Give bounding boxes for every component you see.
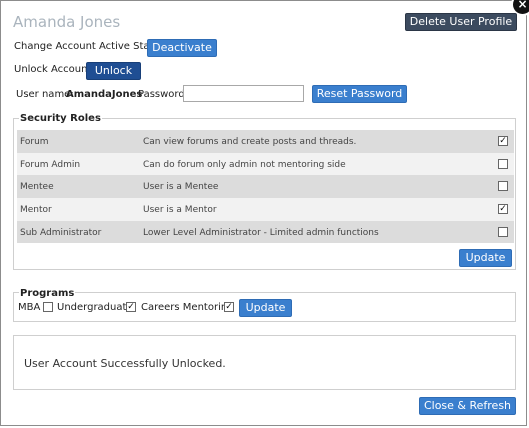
update-roles-button[interactable]: Update — [459, 249, 512, 267]
program-label-mba: MBA — [18, 302, 41, 313]
status-message: User Account Successfully Unlocked. — [24, 357, 226, 370]
status-message-box: User Account Successfully Unlocked. — [13, 335, 516, 390]
reset-password-button[interactable]: Reset Password — [312, 85, 407, 103]
checkmark-icon: ✓ — [127, 302, 135, 312]
role-row-forum-admin: Forum Admin Can do forum only admin not … — [17, 152, 514, 176]
role-checkbox-mentor[interactable]: ✓ — [498, 204, 508, 215]
user-title: Amanda Jones — [13, 13, 121, 31]
update-programs-button[interactable]: Update — [239, 299, 292, 317]
role-checkbox-forum-admin[interactable] — [498, 158, 508, 169]
role-checkbox-forum[interactable]: ✓ — [498, 136, 508, 146]
checkmark-icon: ✓ — [499, 136, 507, 146]
close-icon[interactable]: × — [513, 0, 529, 14]
role-row-mentor: Mentor User is a Mentor ✓ — [17, 198, 514, 221]
user-profile-dialog: × Amanda Jones Delete User Profile Chang… — [0, 0, 529, 426]
role-description: User is a Mentee — [143, 182, 219, 193]
deactivate-button[interactable]: Deactivate — [147, 39, 217, 57]
role-checkbox-mentee[interactable] — [498, 181, 508, 192]
role-row-forum: Forum Can view forums and create posts a… — [17, 130, 514, 153]
checkmark-icon: ✓ — [499, 204, 507, 215]
role-description: Lower Level Administrator - Limited admi… — [143, 227, 379, 238]
role-description: Can view forums and create posts and thr… — [143, 137, 357, 147]
security-roles-table: Forum Can view forums and create posts a… — [17, 130, 514, 244]
program-label-undergraduate: Undergraduate — [57, 302, 133, 313]
program-checkbox-careers-mentoring[interactable]: ✓ — [224, 302, 234, 312]
role-name: Forum — [20, 137, 49, 147]
checkmark-icon: ✓ — [225, 302, 233, 312]
role-row-sub-administrator: Sub Administrator Lower Level Administra… — [17, 220, 514, 244]
role-name: Mentor — [20, 205, 52, 216]
program-label-careers-mentoring: Careers Mentoring — [141, 302, 234, 313]
role-description: User is a Mentor — [143, 205, 217, 216]
role-name: Sub Administrator — [20, 227, 102, 238]
username-value: AmandaJones — [66, 89, 143, 100]
program-checkbox-mba[interactable] — [43, 302, 53, 312]
role-name: Forum Admin — [20, 159, 81, 170]
unlock-button[interactable]: Unlock — [86, 62, 141, 80]
role-row-mentee: Mentee User is a Mentee — [17, 175, 514, 199]
role-checkbox-sub-administrator[interactable] — [498, 226, 508, 237]
program-checkbox-undergraduate[interactable]: ✓ — [126, 302, 136, 312]
programs-legend: Programs — [19, 288, 76, 299]
security-roles-legend: Security Roles — [19, 113, 102, 124]
role-name: Mentee — [20, 182, 54, 193]
role-description: Can do forum only admin not mentoring si… — [143, 159, 346, 170]
delete-user-profile-button[interactable]: Delete User Profile — [405, 13, 517, 31]
password-label: Password: — [138, 89, 189, 100]
close-refresh-button[interactable]: Close & Refresh — [419, 397, 516, 415]
password-input[interactable] — [183, 85, 304, 102]
